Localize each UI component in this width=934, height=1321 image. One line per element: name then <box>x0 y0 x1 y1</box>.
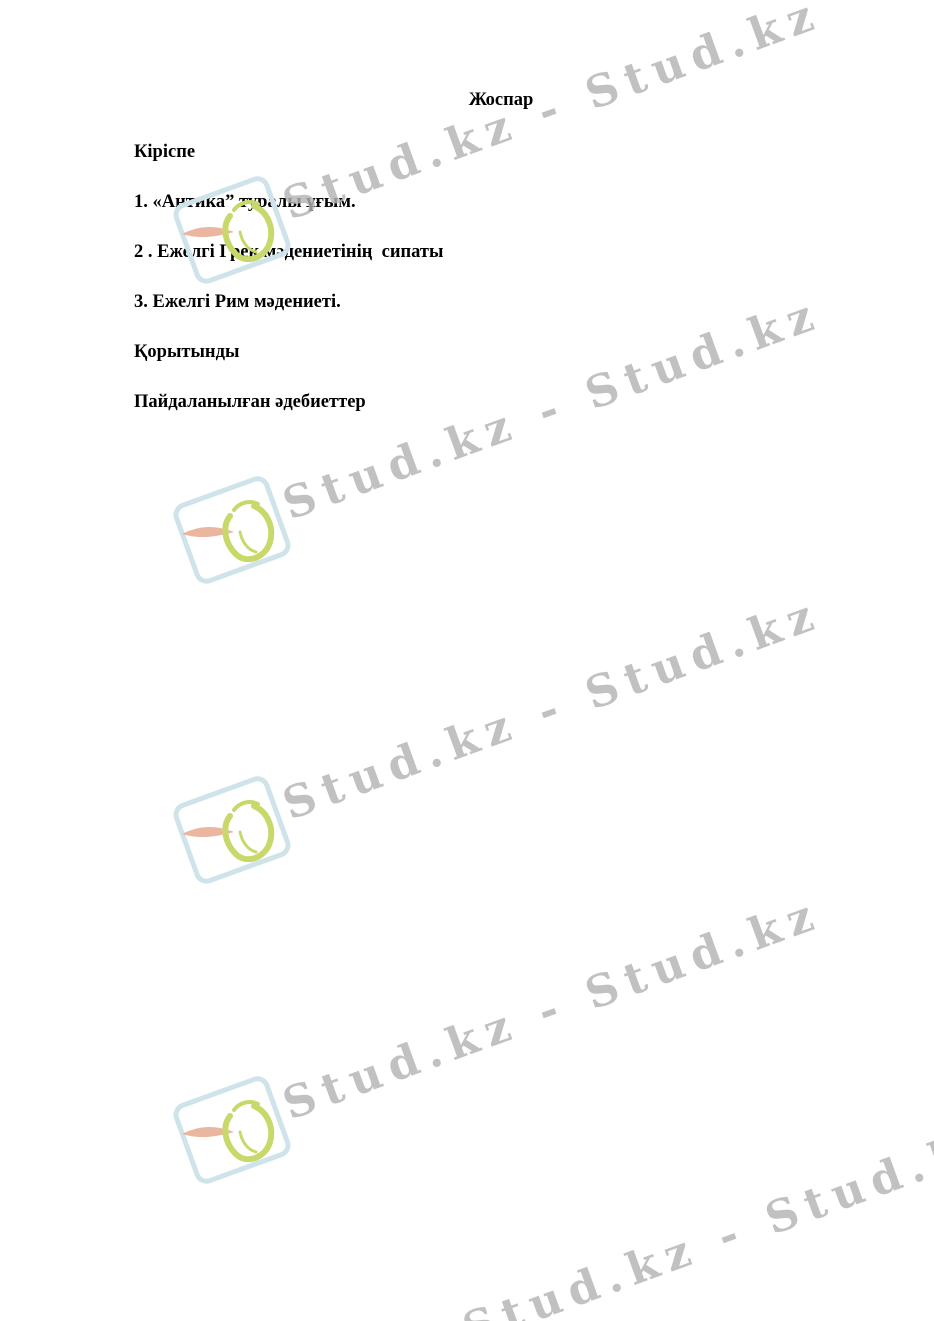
document-page: Жоспар Кіріспе 1. «Антика” туралы ұғым. … <box>0 0 934 1321</box>
toc-item-introduction: Кіріспе <box>134 142 196 162</box>
toc-item-antiquity-concept: 1. «Антика” туралы ұғым. <box>134 192 356 212</box>
toc-item-references: Пайдаланылған әдебиеттер <box>134 392 366 412</box>
toc-item-greek-culture: 2 . Ежелгі Грек мәдениетінің сипаты <box>134 242 444 262</box>
plan-title: Жоспар <box>468 90 534 110</box>
toc-item-conclusion: Қорытынды <box>134 342 240 362</box>
table-of-contents: Кіріспе 1. «Антика” туралы ұғым. 2 . Еже… <box>134 140 443 440</box>
toc-item-roman-culture: 3. Ежелгі Рим мәдениеті. <box>134 292 341 312</box>
